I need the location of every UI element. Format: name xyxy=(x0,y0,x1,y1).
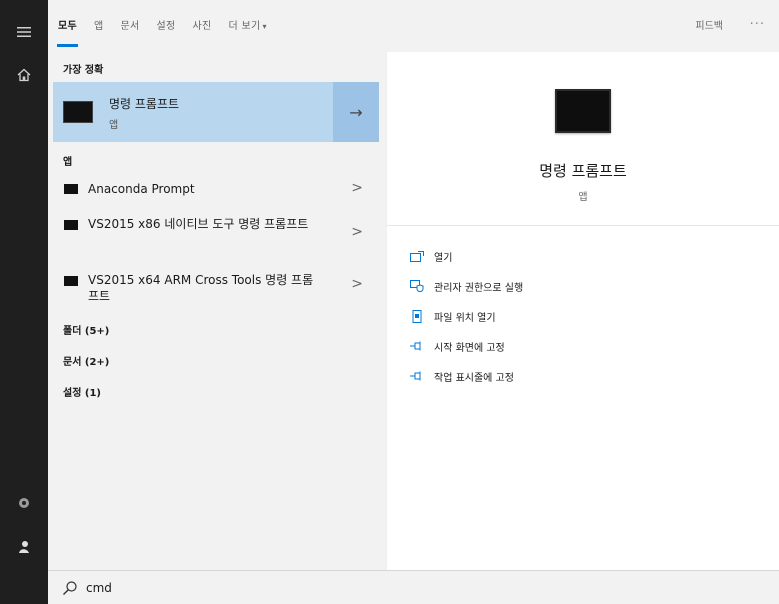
pin-icon xyxy=(409,370,425,382)
file-location-icon xyxy=(409,309,425,323)
category-folders[interactable]: 폴더 (5+) xyxy=(63,322,109,337)
action-label: 시작 화면에 고정 xyxy=(434,342,505,354)
tab-more-label: 더 보기 xyxy=(228,21,261,32)
tab-apps[interactable]: 앱 xyxy=(94,20,104,34)
hamburger-menu-button[interactable] xyxy=(0,12,48,52)
left-rail xyxy=(0,0,48,604)
action-open[interactable]: 열기 xyxy=(409,248,452,264)
search-scope-tabbar: 모두 앱 문서 설정 사진 더 보기 ▾ 피드백 ··· xyxy=(48,0,779,52)
preview-subtitle: 앱 xyxy=(578,192,588,203)
search-input[interactable]: cmd xyxy=(86,581,112,595)
action-label: 열기 xyxy=(434,252,453,264)
settings-button[interactable] xyxy=(0,483,48,523)
search-icon xyxy=(63,581,77,595)
results-pane: 가장 정확 명령 프롬프트 앱 → 앱 Anaconda Prompt > VS… xyxy=(48,52,385,570)
home-icon xyxy=(17,68,31,82)
preview-pane: 명령 프롬프트 앱 열기 관리자 권한으로 실행 파일 위치 열기 시작 화면에… xyxy=(387,52,779,570)
command-prompt-large-icon xyxy=(555,89,611,133)
command-prompt-icon xyxy=(64,276,78,286)
action-label: 작업 표시줄에 고정 xyxy=(434,372,514,384)
tab-settings[interactable]: 설정 xyxy=(157,20,176,34)
command-prompt-icon xyxy=(63,101,93,123)
best-match-subtitle: 앱 xyxy=(109,120,119,131)
best-match-title: 명령 프롬프트 xyxy=(109,97,180,111)
action-label: 파일 위치 열기 xyxy=(434,312,496,324)
tab-all[interactable]: 모두 xyxy=(57,20,78,47)
chevron-right-icon: > xyxy=(351,276,363,292)
action-run-as-admin[interactable]: 관리자 권한으로 실행 xyxy=(409,278,523,294)
app-label: VS2015 x86 네이티브 도구 명령 프롬프트 xyxy=(88,217,309,231)
preview-title: 명령 프롬프트 xyxy=(539,162,627,180)
app-item-anaconda-prompt[interactable]: Anaconda Prompt > xyxy=(53,180,379,202)
chevron-down-icon: ▾ xyxy=(262,22,267,31)
chevron-right-icon: > xyxy=(351,224,363,240)
scope-tabs: 모두 앱 문서 설정 사진 더 보기 ▾ xyxy=(57,20,284,47)
search-box[interactable]: cmd xyxy=(48,570,779,604)
arrow-right-icon: → xyxy=(349,102,363,122)
command-prompt-icon xyxy=(64,220,78,230)
open-icon xyxy=(409,250,425,262)
apps-header: 앱 xyxy=(63,157,73,168)
best-match-item[interactable]: 명령 프롬프트 앱 → xyxy=(53,82,379,142)
category-settings[interactable]: 설정 (1) xyxy=(63,384,101,399)
app-item-vs2015-x64-arm[interactable]: VS2015 x64 ARM Cross Tools 명령 프롬프트 > xyxy=(53,271,379,307)
action-label: 관리자 권한으로 실행 xyxy=(434,282,524,294)
best-match-header: 가장 정확 xyxy=(63,65,104,76)
action-pin-to-start[interactable]: 시작 화면에 고정 xyxy=(409,338,505,354)
shield-icon xyxy=(409,280,425,292)
tab-documents[interactable]: 문서 xyxy=(121,20,140,34)
home-button[interactable] xyxy=(0,55,48,95)
user-button[interactable] xyxy=(0,527,48,567)
more-options-icon[interactable]: ··· xyxy=(750,17,765,32)
action-pin-to-taskbar[interactable]: 작업 표시줄에 고정 xyxy=(409,368,514,384)
open-arrow-button[interactable]: → xyxy=(333,82,379,142)
category-documents[interactable]: 문서 (2+) xyxy=(63,353,109,368)
divider xyxy=(387,225,779,226)
user-icon xyxy=(19,541,29,553)
tab-more[interactable]: 더 보기 ▾ xyxy=(229,20,267,34)
action-open-file-location[interactable]: 파일 위치 열기 xyxy=(409,308,496,324)
hamburger-icon xyxy=(17,27,31,37)
app-label: Anaconda Prompt xyxy=(88,182,195,196)
feedback-link[interactable]: 피드백 xyxy=(695,20,723,34)
anaconda-prompt-icon xyxy=(64,184,78,194)
app-item-vs2015-x86[interactable]: VS2015 x86 네이티브 도구 명령 프롬프트 > xyxy=(53,215,379,251)
gear-icon xyxy=(19,498,29,508)
app-label: VS2015 x64 ARM Cross Tools 명령 프롬프트 xyxy=(88,273,314,303)
tab-photos[interactable]: 사진 xyxy=(193,20,212,34)
chevron-right-icon: > xyxy=(351,180,363,196)
pin-icon xyxy=(409,340,425,352)
